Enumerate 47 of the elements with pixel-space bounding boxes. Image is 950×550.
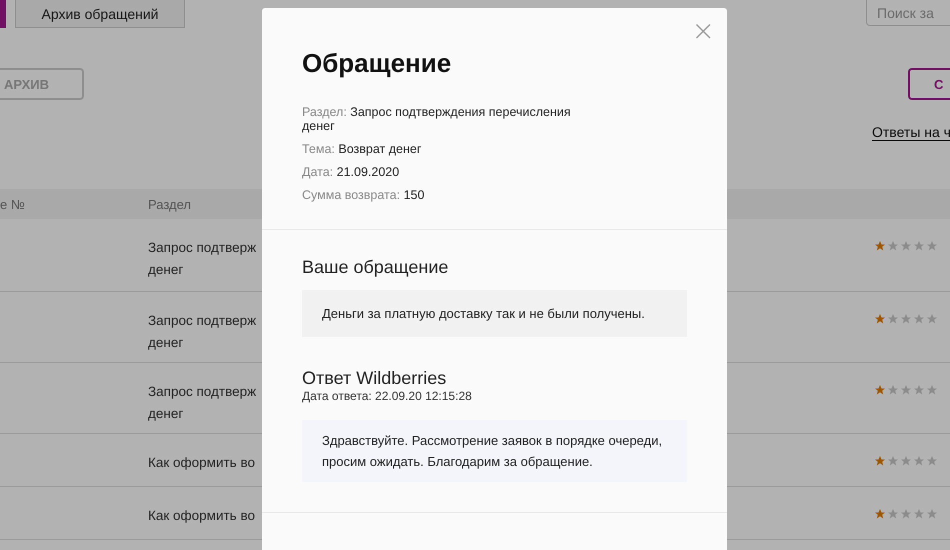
star-icon [887, 313, 899, 325]
tab[interactable]: Архив обращений [15, 0, 185, 28]
star-icon [900, 455, 912, 467]
section-heading: Ваше обращение [302, 256, 450, 278]
star-icon [887, 455, 899, 467]
star-icon [913, 455, 925, 467]
section-heading: Ответ Wildberries [302, 367, 448, 389]
star-icon [874, 313, 886, 325]
star-icon [926, 240, 938, 252]
info-line: Тема: Возврат денег [302, 142, 422, 156]
star-icon [913, 508, 925, 520]
star-icon [926, 384, 938, 396]
answers-link[interactable]: Ответы на ч [872, 124, 950, 141]
star-icon [913, 313, 925, 325]
reply-date: Дата ответа: 22.09.20 12:15:28 [302, 389, 473, 403]
star-icon [926, 313, 938, 325]
star-icon [913, 384, 925, 396]
column-header: е № [0, 196, 26, 212]
request-message: Деньги за платную доставку так и не были получены. [302, 290, 687, 337]
star-icon [887, 240, 899, 252]
search-field[interactable]: Поиск за [866, 0, 950, 26]
star-icon [900, 313, 912, 325]
accent-bar [0, 0, 6, 28]
star-icon [874, 455, 886, 467]
star-icon [900, 508, 912, 520]
star-icon [874, 508, 886, 520]
star-icon [887, 508, 899, 520]
info-line: Сумма возврата: 150 [302, 188, 426, 202]
create-button[interactable]: С [908, 68, 950, 100]
table-cell-text: Запрос подтверж денег [148, 312, 256, 352]
reply-message: Здравствуйте. Рассмотрение заявок в порядке очереди, просим ожидать. Благодарим за обращение. [302, 420, 687, 482]
table-cell-text: Как оформить во [148, 454, 255, 472]
star-icon [874, 384, 886, 396]
star-icon [900, 240, 912, 252]
star-icon [926, 508, 938, 520]
star-icon [887, 384, 899, 396]
star-icon [874, 240, 886, 252]
table-cell-text: Запрос подтверж денег [148, 239, 256, 279]
star-icon [913, 240, 925, 252]
star-icon [900, 384, 912, 396]
star-icon [926, 455, 938, 467]
info-line: Раздел: Запрос подтверждения перечисления денег [302, 105, 572, 133]
column-header: Раздел [148, 196, 192, 212]
dialog-title: Обращение [302, 48, 452, 79]
info-line: Дата: 21.09.2020 [302, 165, 400, 179]
table-cell-text: Как оформить во [148, 507, 255, 525]
table-cell-text: Запрос подтверж денег [148, 383, 256, 423]
